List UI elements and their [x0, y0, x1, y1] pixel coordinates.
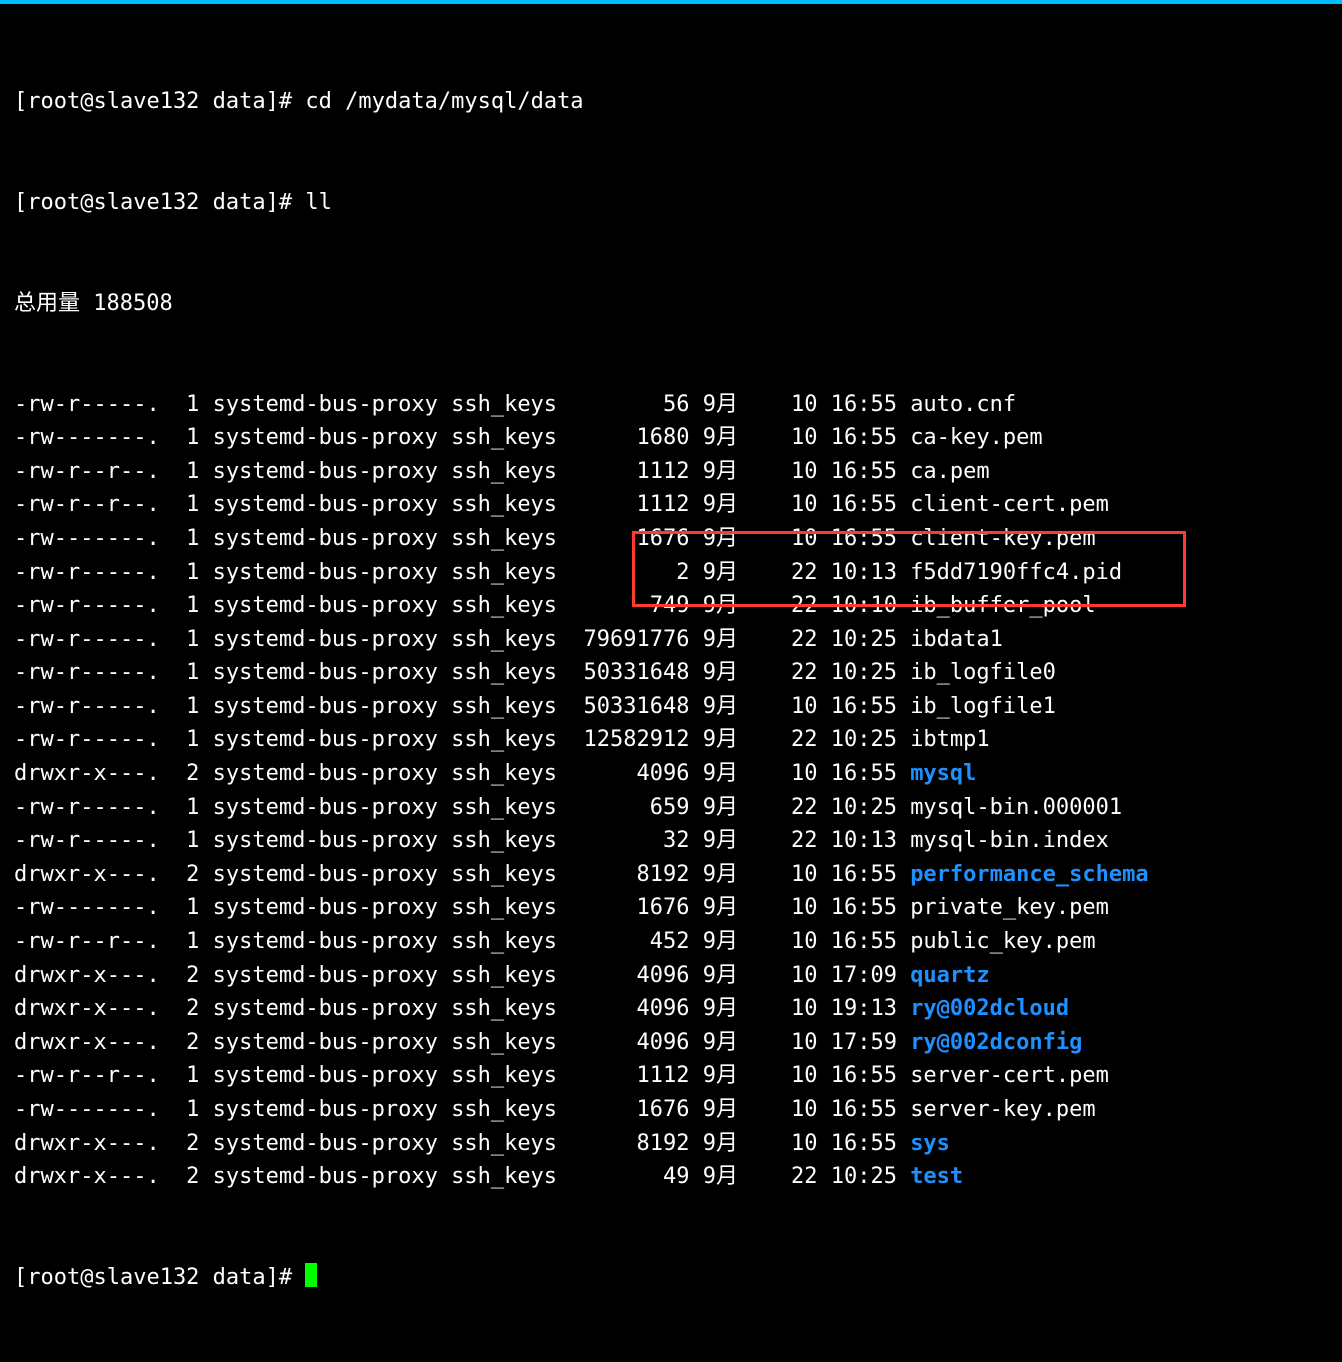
file-meta: -rw-r-----. 1 systemd-bus-proxy ssh_keys…	[14, 727, 910, 752]
cursor-icon	[305, 1263, 317, 1287]
file-name: mysql	[910, 761, 976, 786]
prompt: [root@slave132 data]#	[14, 1265, 305, 1290]
total-line: 总用量 188508	[14, 287, 1328, 321]
file-meta: -rw-r-----. 1 systemd-bus-proxy ssh_keys…	[14, 392, 910, 417]
file-name: server-key.pem	[910, 1097, 1095, 1122]
file-meta: -rw-------. 1 systemd-bus-proxy ssh_keys…	[14, 895, 910, 920]
list-item: drwxr-x---. 2 systemd-bus-proxy ssh_keys…	[14, 757, 1328, 791]
list-item: -rw-r-----. 1 systemd-bus-proxy ssh_keys…	[14, 690, 1328, 724]
file-name: ry@002dcloud	[910, 996, 1069, 1021]
command: ll	[305, 190, 332, 215]
file-meta: drwxr-x---. 2 systemd-bus-proxy ssh_keys…	[14, 996, 910, 1021]
file-name: mysql-bin.index	[910, 828, 1109, 853]
file-meta: drwxr-x---. 2 systemd-bus-proxy ssh_keys…	[14, 963, 910, 988]
file-name: auto.cnf	[910, 392, 1016, 417]
file-name: ibdata1	[910, 627, 1003, 652]
list-item: -rw-r--r--. 1 systemd-bus-proxy ssh_keys…	[14, 925, 1328, 959]
file-meta: -rw-r-----. 1 systemd-bus-proxy ssh_keys…	[14, 627, 910, 652]
file-name: ca.pem	[910, 459, 989, 484]
file-name: test	[910, 1164, 963, 1189]
terminal-window[interactable]: [root@slave132 data]# cd /mydata/mysql/d…	[0, 0, 1342, 1084]
file-name: mysql-bin.000001	[910, 795, 1122, 820]
file-meta: -rw-r-----. 1 systemd-bus-proxy ssh_keys…	[14, 694, 910, 719]
file-meta: drwxr-x---. 2 systemd-bus-proxy ssh_keys…	[14, 761, 910, 786]
list-item: -rw-------. 1 systemd-bus-proxy ssh_keys…	[14, 421, 1328, 455]
list-item: -rw-r-----. 1 systemd-bus-proxy ssh_keys…	[14, 388, 1328, 422]
file-meta: -rw-r-----. 1 systemd-bus-proxy ssh_keys…	[14, 593, 910, 618]
file-name: sys	[910, 1131, 950, 1156]
file-name: public_key.pem	[910, 929, 1095, 954]
list-item: -rw-r--r--. 1 systemd-bus-proxy ssh_keys…	[14, 488, 1328, 522]
file-name: client-cert.pem	[910, 492, 1109, 517]
prompt: [root@slave132 data]#	[14, 190, 305, 215]
file-name: ry@002dconfig	[910, 1030, 1082, 1055]
file-meta: drwxr-x---. 2 systemd-bus-proxy ssh_keys…	[14, 1164, 910, 1189]
list-item: drwxr-x---. 2 systemd-bus-proxy ssh_keys…	[14, 858, 1328, 892]
file-meta: drwxr-x---. 2 systemd-bus-proxy ssh_keys…	[14, 1131, 910, 1156]
command-line-1: [root@slave132 data]# cd /mydata/mysql/d…	[14, 85, 1328, 119]
list-item: drwxr-x---. 2 systemd-bus-proxy ssh_keys…	[14, 992, 1328, 1026]
list-item: -rw-r-----. 1 systemd-bus-proxy ssh_keys…	[14, 556, 1328, 590]
prompt: [root@slave132 data]#	[14, 89, 305, 114]
file-meta: drwxr-x---. 2 systemd-bus-proxy ssh_keys…	[14, 862, 910, 887]
list-item: -rw-r-----. 1 systemd-bus-proxy ssh_keys…	[14, 723, 1328, 757]
file-name: ca-key.pem	[910, 425, 1042, 450]
file-name: ib_buffer_pool	[910, 593, 1095, 618]
file-name: performance_schema	[910, 862, 1148, 887]
file-name: server-cert.pem	[910, 1063, 1109, 1088]
file-meta: -rw-------. 1 systemd-bus-proxy ssh_keys…	[14, 1097, 910, 1122]
file-meta: -rw-------. 1 systemd-bus-proxy ssh_keys…	[14, 425, 910, 450]
file-meta: -rw-r-----. 1 systemd-bus-proxy ssh_keys…	[14, 660, 910, 685]
file-meta: -rw-------. 1 systemd-bus-proxy ssh_keys…	[14, 526, 910, 551]
list-item: -rw-r-----. 1 systemd-bus-proxy ssh_keys…	[14, 589, 1328, 623]
file-name: quartz	[910, 963, 989, 988]
list-item: drwxr-x---. 2 systemd-bus-proxy ssh_keys…	[14, 1127, 1328, 1161]
file-meta: -rw-r-----. 1 systemd-bus-proxy ssh_keys…	[14, 828, 910, 853]
file-name: private_key.pem	[910, 895, 1109, 920]
list-item: drwxr-x---. 2 systemd-bus-proxy ssh_keys…	[14, 1026, 1328, 1060]
list-item: -rw-r--r--. 1 systemd-bus-proxy ssh_keys…	[14, 1059, 1328, 1093]
list-item: -rw-------. 1 systemd-bus-proxy ssh_keys…	[14, 522, 1328, 556]
file-meta: -rw-r-----. 1 systemd-bus-proxy ssh_keys…	[14, 795, 910, 820]
file-listing: -rw-r-----. 1 systemd-bus-proxy ssh_keys…	[14, 388, 1328, 1194]
file-name: ib_logfile0	[910, 660, 1056, 685]
list-item: -rw-r-----. 1 systemd-bus-proxy ssh_keys…	[14, 656, 1328, 690]
file-name: client-key.pem	[910, 526, 1095, 551]
file-meta: -rw-r-----. 1 systemd-bus-proxy ssh_keys…	[14, 560, 910, 585]
command: cd /mydata/mysql/data	[305, 89, 583, 114]
list-item: -rw-r-----. 1 systemd-bus-proxy ssh_keys…	[14, 791, 1328, 825]
list-item: -rw-------. 1 systemd-bus-proxy ssh_keys…	[14, 891, 1328, 925]
file-meta: drwxr-x---. 2 systemd-bus-proxy ssh_keys…	[14, 1030, 910, 1055]
list-item: drwxr-x---. 2 systemd-bus-proxy ssh_keys…	[14, 959, 1328, 993]
list-item: -rw-r-----. 1 systemd-bus-proxy ssh_keys…	[14, 824, 1328, 858]
file-meta: -rw-r--r--. 1 systemd-bus-proxy ssh_keys…	[14, 929, 910, 954]
list-item: -rw-r--r--. 1 systemd-bus-proxy ssh_keys…	[14, 455, 1328, 489]
list-item: -rw-------. 1 systemd-bus-proxy ssh_keys…	[14, 1093, 1328, 1127]
file-name: ibtmp1	[910, 727, 989, 752]
file-name: ib_logfile1	[910, 694, 1056, 719]
command-line-3[interactable]: [root@slave132 data]#	[14, 1261, 1328, 1295]
list-item: -rw-r-----. 1 systemd-bus-proxy ssh_keys…	[14, 623, 1328, 657]
file-meta: -rw-r--r--. 1 systemd-bus-proxy ssh_keys…	[14, 459, 910, 484]
list-item: drwxr-x---. 2 systemd-bus-proxy ssh_keys…	[14, 1160, 1328, 1194]
file-meta: -rw-r--r--. 1 systemd-bus-proxy ssh_keys…	[14, 492, 910, 517]
command-line-2: [root@slave132 data]# ll	[14, 186, 1328, 220]
file-meta: -rw-r--r--. 1 systemd-bus-proxy ssh_keys…	[14, 1063, 910, 1088]
file-name: f5dd7190ffc4.pid	[910, 560, 1122, 585]
